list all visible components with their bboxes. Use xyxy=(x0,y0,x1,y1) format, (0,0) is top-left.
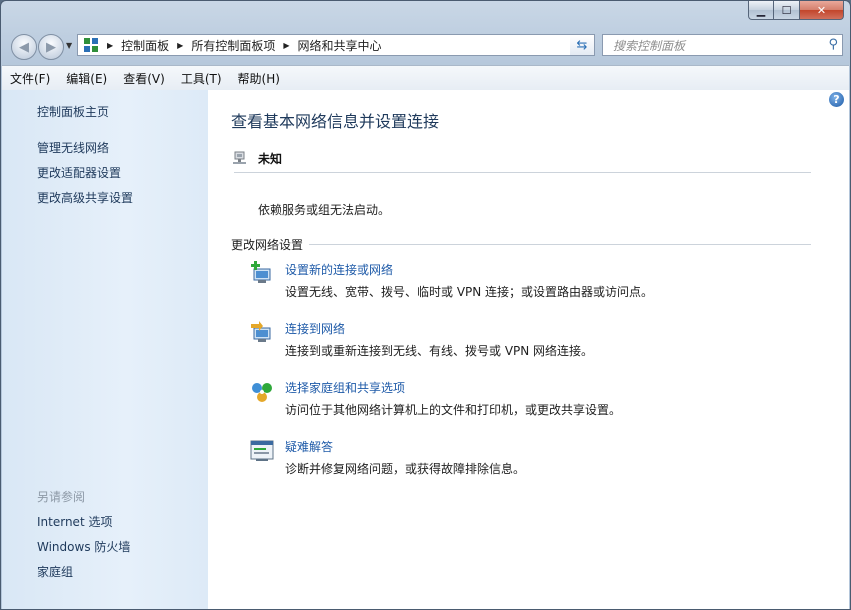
explorer-window: ▁ ☐ ✕ ◀ ▶ ▼ ▶ 控制面板 ▶ 所有控制面板项 ▶ 网络和共享中心 ▼… xyxy=(0,0,851,610)
navigation-bar: ◀ ▶ ▼ ▶ 控制面板 ▶ 所有控制面板项 ▶ 网络和共享中心 ▼ ⇆ ⚲ xyxy=(1,31,850,60)
network-status-row: 未知 xyxy=(232,150,282,167)
menu-tools[interactable]: 工具(T) xyxy=(173,70,230,87)
minimize-icon: ▁ xyxy=(756,3,766,17)
breadcrumb-separator-icon: ▶ xyxy=(177,40,184,50)
task-description: 设置无线、宽带、拨号、临时或 VPN 连接；或设置路由器或访问点。 xyxy=(285,285,654,299)
see-also-windows-firewall[interactable]: Windows 防火墙 xyxy=(37,538,130,555)
menu-edit[interactable]: 编辑(E) xyxy=(58,70,115,87)
breadcrumb-all-items[interactable]: 所有控制面板项 xyxy=(191,37,275,54)
see-also-internet-options[interactable]: Internet 选项 xyxy=(37,513,112,530)
address-bar[interactable]: ▶ 控制面板 ▶ 所有控制面板项 ▶ 网络和共享中心 ▼ xyxy=(77,34,595,56)
task-sidebar: 控制面板主页 管理无线网络 更改适配器设置 更改高级共享设置 另请参阅 Inte… xyxy=(2,90,208,609)
menu-bar: 文件(F) 编辑(E) 查看(V) 工具(T) 帮助(H) xyxy=(2,65,849,91)
search-input[interactable] xyxy=(611,36,815,56)
network-name: 未知 xyxy=(258,152,283,166)
forward-button[interactable]: ▶ xyxy=(38,34,64,60)
task-title-link[interactable]: 设置新的连接或网络 xyxy=(285,261,393,278)
section-header: 更改网络设置 xyxy=(231,236,811,253)
search-box[interactable]: ⚲ xyxy=(602,34,843,56)
troubleshoot-icon xyxy=(250,440,274,461)
task-title-link[interactable]: 选择家庭组和共享选项 xyxy=(285,379,405,396)
sidebar-home-link[interactable]: 控制面板主页 xyxy=(37,103,109,120)
sidebar-manage-wireless[interactable]: 管理无线网络 xyxy=(37,139,109,156)
help-icon[interactable]: ? xyxy=(829,92,844,107)
task-description: 访问位于其他网络计算机上的文件和打印机，或更改共享设置。 xyxy=(285,403,622,417)
divider xyxy=(234,172,811,173)
menu-file[interactable]: 文件(F) xyxy=(2,70,58,87)
connect-network-icon xyxy=(251,321,271,342)
new-connection-icon xyxy=(251,261,271,283)
main-content: ? 查看基本网络信息并设置连接 未知 依赖服务或组无法启动。 更改网络设置 设置… xyxy=(208,90,849,609)
sidebar-advanced-sharing[interactable]: 更改高级共享设置 xyxy=(37,189,133,206)
search-icon[interactable]: ⚲ xyxy=(828,37,838,52)
refresh-button[interactable]: ⇆ xyxy=(570,34,595,56)
breadcrumb-control-panel[interactable]: 控制面板 xyxy=(121,37,169,54)
task-description: 连接到或重新连接到无线、有线、拨号或 VPN 网络连接。 xyxy=(285,344,594,358)
see-also-heading: 另请参阅 xyxy=(37,490,86,504)
breadcrumb-network-center[interactable]: 网络和共享中心 xyxy=(298,37,382,54)
section-title: 更改网络设置 xyxy=(231,238,304,252)
dependency-error-message: 依赖服务或组无法启动。 xyxy=(258,203,391,217)
see-also-homegroup[interactable]: 家庭组 xyxy=(37,563,73,580)
page-title: 查看基本网络信息并设置连接 xyxy=(231,112,440,131)
maximize-icon: ☐ xyxy=(781,3,792,17)
close-button[interactable]: ✕ xyxy=(800,1,844,20)
breadcrumb-separator-icon: ▶ xyxy=(107,40,114,50)
arrow-left-icon: ◀ xyxy=(19,39,29,55)
control-panel-icon xyxy=(84,38,98,52)
section-divider xyxy=(309,244,811,245)
arrow-right-icon: ▶ xyxy=(46,39,56,55)
menu-view[interactable]: 查看(V) xyxy=(115,70,173,87)
close-icon: ✕ xyxy=(816,3,827,17)
back-button[interactable]: ◀ xyxy=(11,34,37,60)
menu-help[interactable]: 帮助(H) xyxy=(230,70,288,87)
maximize-button[interactable]: ☐ xyxy=(774,1,800,20)
task-title-link[interactable]: 疑难解答 xyxy=(285,438,333,455)
refresh-icon: ⇆ xyxy=(576,37,588,53)
window-controls: ▁ ☐ ✕ xyxy=(748,1,844,20)
minimize-button[interactable]: ▁ xyxy=(748,1,774,20)
task-description: 诊断并修复网络问题，或获得故障排除信息。 xyxy=(285,462,526,476)
sidebar-adapter-settings[interactable]: 更改适配器设置 xyxy=(37,164,121,181)
breadcrumb-separator-icon: ▶ xyxy=(283,40,290,50)
unknown-network-icon xyxy=(233,151,246,164)
recent-pages-dropdown[interactable]: ▼ xyxy=(66,41,72,50)
homegroup-sharing-icon xyxy=(252,383,272,402)
task-title-link[interactable]: 连接到网络 xyxy=(285,320,345,337)
